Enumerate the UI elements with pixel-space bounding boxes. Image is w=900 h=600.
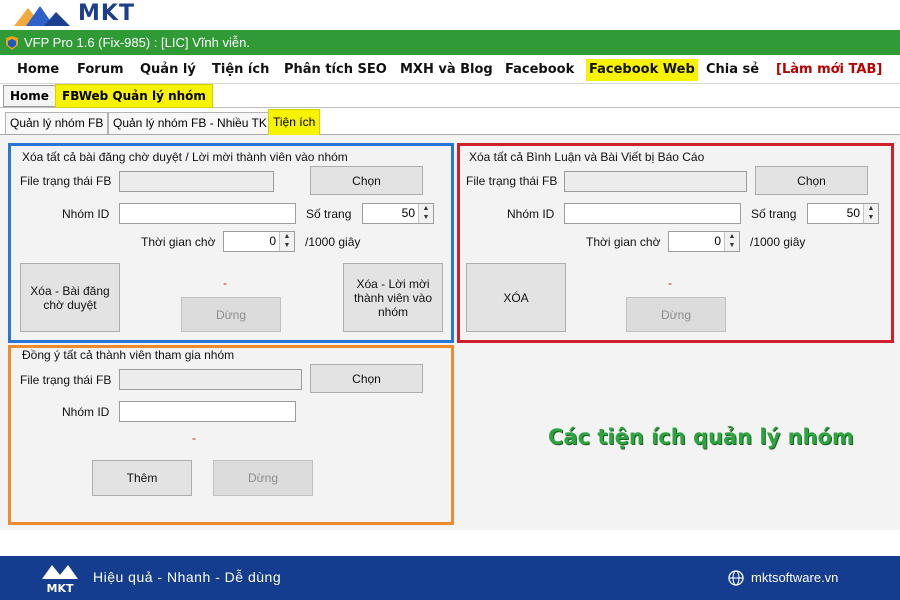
wait-time-value: 0 [714,234,721,248]
window-title: VFP Pro 1.6 (Fix-985) : [LIC] Vĩnh viễn. [24,35,250,50]
group-id-input[interactable] [119,401,296,422]
spinner-arrows-icon[interactable]: ▲ ▼ [279,232,294,251]
file-status-label: File trạng thái FB [20,174,112,188]
sub-tab-row: Home FBWeb Quản lý nhóm [0,84,900,108]
wait-time-label: Thời gian chờ [586,235,661,249]
menu-manage[interactable]: Quản lý [137,59,199,81]
pages-value: 50 [401,206,415,220]
stop-button[interactable]: Dừng [213,460,313,496]
menu-share[interactable]: Chia sẻ [703,59,762,81]
menu-forum[interactable]: Forum [74,59,127,81]
menu-refresh-tab[interactable]: [Làm mới TAB] [773,59,885,81]
choose-file-button[interactable]: Chọn [755,166,868,195]
delete-reported-button[interactable]: XÓA [466,263,566,332]
file-status-label: File trạng thái FB [20,373,112,387]
globe-icon [728,570,744,586]
status-text: - [668,276,672,290]
menu-facebook-web[interactable]: Facebook Web [586,59,698,81]
group-id-label: Nhóm ID [62,207,110,221]
tab-utilities[interactable]: Tiện ích [268,109,321,135]
choose-file-button[interactable]: Chọn [310,166,423,195]
file-status-field[interactable] [564,171,747,192]
caption-text: Các tiện ích quản lý nhóm [548,425,854,449]
pages-spinner[interactable]: 50 ▲ ▼ [807,203,879,224]
stop-button[interactable]: Dừng [181,297,281,332]
brand-name: MKT [78,1,135,26]
group-title-delete-reported: Xóa tất cả Bình Luận và Bài Viết bị Báo … [467,150,707,164]
tab-group-manage-multi[interactable]: Quản lý nhóm FB - Nhiều TK [108,112,272,134]
inner-tab-row: Quản lý nhóm FB Quản lý nhóm FB - Nhiều … [0,109,900,135]
group-title-approve-members: Đồng ý tất cả thành viên tham gia nhóm [20,348,237,362]
file-status-label: File trạng thái FB [466,174,558,188]
pages-value: 50 [846,206,860,220]
status-text: - [192,431,196,445]
tab-group-manage[interactable]: Quản lý nhóm FB [5,112,109,134]
footer-slogan: Hiệu quả - Nhanh - Dễ dùng [93,569,282,585]
footer-bar: MKT Hiệu quả - Nhanh - Dễ dùng mktsoftwa… [0,556,900,600]
group-title-delete-pending: Xóa tất cả bài đăng chờ duyệt / Lời mời … [20,150,350,164]
file-status-field[interactable] [119,171,274,192]
group-id-label: Nhóm ID [507,207,555,221]
app-icon [6,36,18,50]
add-members-button[interactable]: Thêm [92,460,192,496]
pages-label: Số trang [751,207,797,221]
status-text: - [223,276,227,290]
main-menu-bar: Home Forum Quản lý Tiện ích Phân tích SE… [0,55,900,84]
menu-social-blog[interactable]: MXH và Blog [397,59,496,81]
menu-seo-analysis[interactable]: Phân tích SEO [281,59,390,81]
stop-button[interactable]: Dừng [626,297,726,332]
delete-pending-posts-button[interactable]: Xóa - Bài đăng chờ duyệt [20,263,120,332]
spinner-arrows-icon[interactable]: ▲ ▼ [863,204,878,223]
group-id-input[interactable] [119,203,296,224]
subtab-home[interactable]: Home [3,85,56,107]
mkt-logo-icon: MKT [42,565,78,595]
wait-unit-label: /1000 giây [750,235,806,249]
svg-text:MKT: MKT [47,582,74,595]
menu-utilities[interactable]: Tiện ích [209,59,272,81]
file-status-field[interactable] [119,369,302,390]
subtab-fbweb-group-manage[interactable]: FBWeb Quản lý nhóm [55,84,213,108]
menu-home[interactable]: Home [14,59,62,81]
group-id-input[interactable] [564,203,741,224]
group-id-label: Nhóm ID [62,405,110,419]
choose-file-button[interactable]: Chọn [310,364,423,393]
wait-time-spinner[interactable]: 0 ▲ ▼ [223,231,295,252]
wait-unit-label: /1000 giây [305,235,361,249]
delete-invites-button[interactable]: Xóa - Lời mời thành viên vào nhóm [343,263,443,332]
utilities-content: Xóa tất cả bài đăng chờ duyệt / Lời mời … [0,135,900,530]
pages-spinner[interactable]: 50 ▲ ▼ [362,203,434,224]
wait-time-label: Thời gian chờ [141,235,216,249]
mkt-logo-icon [14,6,70,26]
pages-label: Số trang [306,207,352,221]
footer-website-link[interactable]: mktsoftware.vn [751,570,838,585]
menu-facebook[interactable]: Facebook [502,59,577,81]
wait-time-spinner[interactable]: 0 ▲ ▼ [668,231,740,252]
spinner-arrows-icon[interactable]: ▲ ▼ [724,232,739,251]
wait-time-value: 0 [269,234,276,248]
window-title-bar: VFP Pro 1.6 (Fix-985) : [LIC] Vĩnh viễn. [0,30,900,55]
spinner-arrows-icon[interactable]: ▲ ▼ [418,204,433,223]
brand-header: MKT [0,0,900,30]
